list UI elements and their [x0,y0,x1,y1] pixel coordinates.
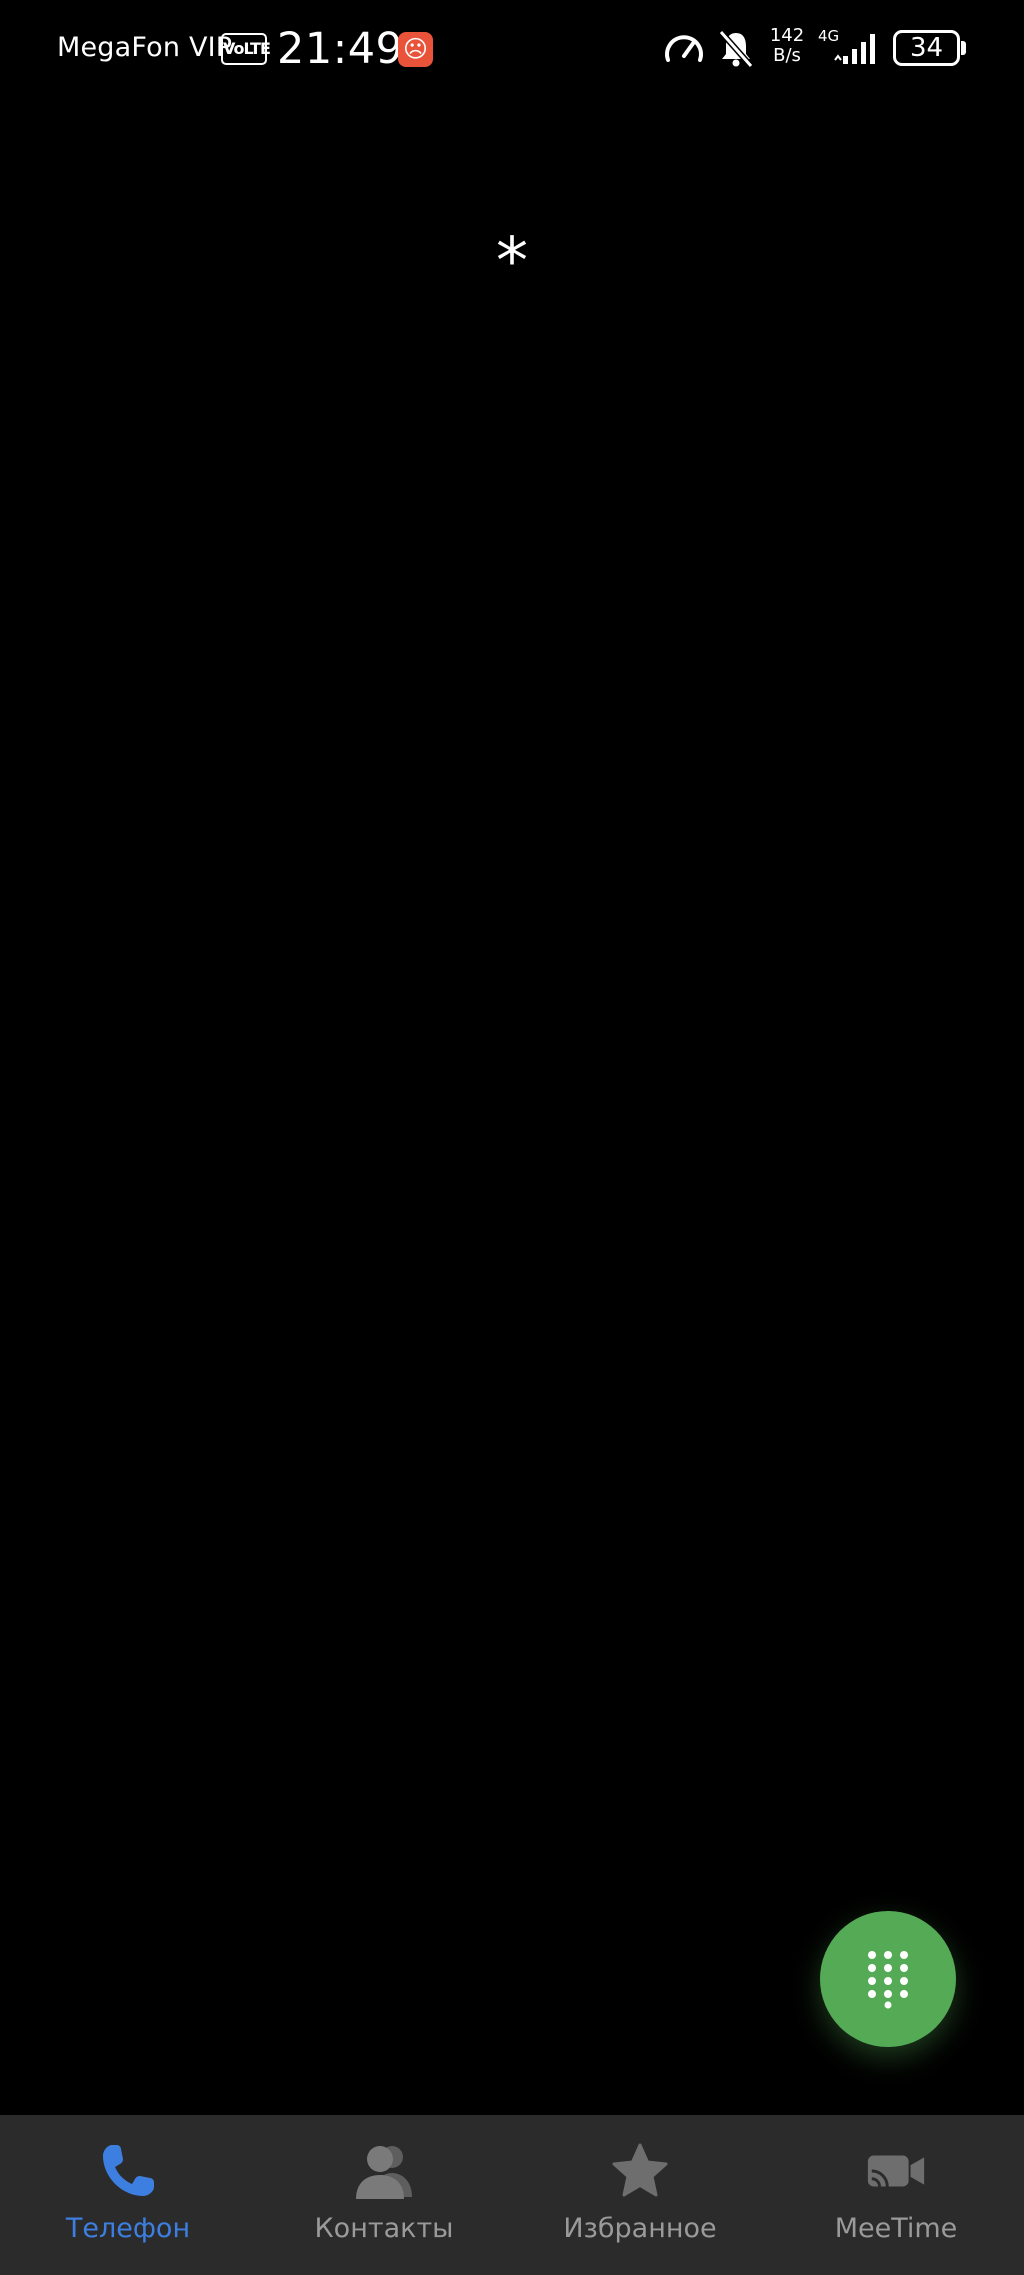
star-icon [608,2139,672,2203]
video-call-icon [864,2139,928,2203]
carrier-name: MegaFon VIP [57,32,233,63]
status-bar: MegaFon VIP VoLTE 21:49 ☹ 142 B/s 4G 34 [0,0,1024,100]
dialpad-button[interactable] [820,1911,956,2047]
bell-mute-icon [718,30,754,68]
battery-icon: 34 [893,30,960,66]
tab-favorites[interactable]: Избранное [512,2115,768,2275]
tab-contacts[interactable]: Контакты [256,2115,512,2275]
tab-meetime[interactable]: MeeTime [768,2115,1024,2275]
tab-meetime-label: MeeTime [834,2213,958,2244]
tab-phone[interactable]: Телефон [0,2115,256,2275]
tab-phone-label: Телефон [65,2213,191,2244]
signal-icon [834,34,875,64]
network-speed: 142 B/s [769,25,805,66]
bottom-navigation: Телефон Контакты Избранное MeeTime [0,2115,1024,2275]
dialpad-icon [868,1951,908,2009]
contacts-icon [352,2139,416,2203]
app-notification-icon: ☹ [398,32,433,67]
battery-tip [961,41,966,55]
phone-icon [96,2139,160,2203]
volte-icon: VoLTE [221,33,271,65]
tab-favorites-label: Избранное [563,2213,717,2244]
tab-contacts-label: Контакты [314,2213,454,2244]
dialed-number[interactable]: * [412,225,612,299]
speedometer-icon [665,35,703,62]
status-clock: 21:49 [277,24,404,74]
